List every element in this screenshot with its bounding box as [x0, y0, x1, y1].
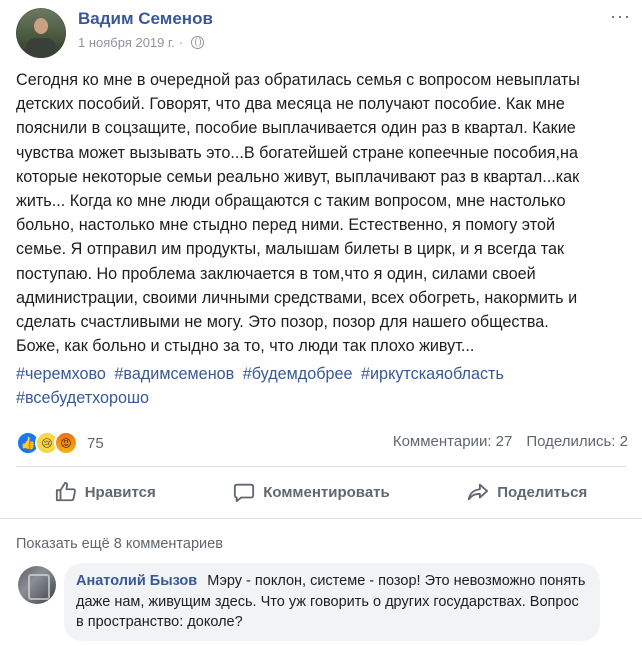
comments-count[interactable]: Комментарии: 27 — [393, 433, 513, 450]
divider — [16, 466, 626, 467]
post-stats: Комментарии: 27 Поделились: 2 — [393, 433, 628, 450]
post-date[interactable]: 1 ноября 2019 г. — [78, 35, 175, 50]
more-options-icon[interactable]: ··· — [610, 6, 631, 27]
globe-icon[interactable] — [191, 36, 205, 49]
author-avatar[interactable] — [16, 8, 66, 58]
facebook-post: Вадим Семенов 1 ноября 2019 г. · ··· Сег… — [0, 0, 642, 646]
hashtag-link[interactable]: #будемдобрее — [243, 365, 353, 383]
share-icon — [468, 483, 489, 501]
action-bar: Нравится Комментировать Поделиться — [16, 470, 626, 514]
comment-author[interactable]: Анатолий Бызов — [76, 573, 197, 589]
comment-label: Комментировать — [263, 483, 390, 501]
hashtag-link[interactable]: #вадимсеменов — [114, 365, 234, 383]
share-label: Поделиться — [497, 483, 588, 501]
commenter-avatar[interactable] — [18, 566, 56, 604]
shares-count[interactable]: Поделились: 2 — [526, 433, 628, 450]
hashtag-link[interactable]: #всебудетхорошо — [16, 389, 149, 407]
author-name[interactable]: Вадим Семенов — [78, 9, 213, 29]
show-more-comments-link[interactable]: Показать ещё 8 комментариев — [16, 536, 223, 552]
reaction-count[interactable]: 75 — [87, 435, 104, 452]
comment-bubble: Анатолий Бызов Мэру - поклон, системе - … — [64, 563, 600, 641]
reactions-summary[interactable]: 👍 😢 😡 75 — [16, 431, 104, 455]
comment-icon — [234, 483, 255, 503]
hashtags: #черемхово #вадимсеменов #будемдобрее #и… — [16, 362, 626, 410]
like-button[interactable]: Нравится — [43, 475, 168, 509]
post-text: Сегодня ко мне в очередной раз обратилас… — [16, 71, 580, 356]
comment-button[interactable]: Комментировать — [221, 475, 402, 509]
thumbs-up-icon — [55, 481, 76, 502]
hashtag-link[interactable]: #иркутскаяобласть — [361, 365, 504, 383]
divider — [0, 518, 642, 519]
post-meta: 1 ноября 2019 г. · — [78, 35, 205, 50]
like-label: Нравится — [84, 483, 156, 501]
angry-icon: 😡 — [54, 431, 78, 455]
share-button[interactable]: Поделиться — [455, 475, 599, 509]
hashtag-link[interactable]: #черемхово — [16, 365, 106, 383]
